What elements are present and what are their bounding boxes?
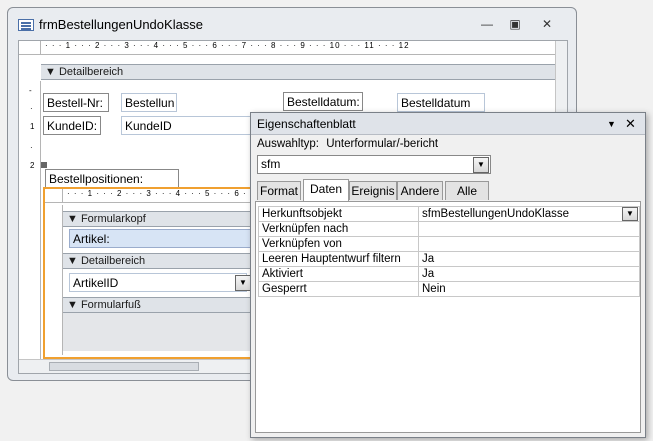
property-sheet-title: Eigenschaftenblatt <box>257 117 356 131</box>
property-value[interactable]: Nein <box>418 281 640 297</box>
horizontal-scroll-thumb[interactable] <box>49 362 199 371</box>
bestelldatum-field[interactable]: Bestelldatum <box>397 93 485 112</box>
bestellpositionen-label[interactable]: Bestellpositionen: <box>45 169 179 188</box>
subform-horizontal-ruler[interactable]: · · · 1 · · · 2 · · · 3 · · · 4 · · · 5 … <box>63 189 257 203</box>
subform-vertical-ruler <box>49 205 63 355</box>
chevron-down-icon[interactable]: ▼ <box>235 275 251 291</box>
tab-daten[interactable]: Daten <box>303 179 349 201</box>
form-icon <box>18 19 34 31</box>
property-name: Verknüpfen nach <box>258 221 419 237</box>
artikel-label[interactable]: Artikel: <box>69 229 257 248</box>
property-name: Gesperrt <box>258 281 419 297</box>
horizontal-ruler[interactable]: · · · 1 · · · 2 · · · 3 · · · 4 · · · 5 … <box>41 41 559 55</box>
kunde-field[interactable]: KundeID <box>121 116 261 135</box>
selection-type: Auswahltyp: Unterformular/-bericht <box>257 138 439 150</box>
chevron-down-icon: ▼ <box>67 213 78 225</box>
bestell-nr-label[interactable]: Bestell-Nr: <box>43 93 109 112</box>
artikel-combobox[interactable]: ArtikelID <box>69 273 247 292</box>
property-name: Herkunftsobjekt <box>258 206 419 222</box>
property-value-text: Ja <box>422 253 435 265</box>
property-value-text: Nein <box>422 283 446 295</box>
property-name: Verknüpfen von <box>258 236 419 252</box>
kunde-label[interactable]: KundeID: <box>43 116 101 135</box>
chevron-down-icon[interactable]: ▼ <box>473 157 489 173</box>
subform-section-detail[interactable]: ▼ Detailbereich <box>63 253 257 269</box>
object-selector[interactable]: sfm <box>257 155 491 174</box>
property-value-text: sfmBestellungenUndoKlasse <box>422 208 570 220</box>
tab-alle[interactable]: Alle <box>445 181 489 200</box>
restore-icon[interactable]: ▣ <box>506 16 524 32</box>
ruler-corner[interactable] <box>19 41 41 55</box>
subform-section-header[interactable]: ▼ Formularkopf <box>63 211 257 227</box>
property-name: Aktiviert <box>258 266 419 282</box>
tab-andere[interactable]: Andere <box>397 181 443 200</box>
chevron-down-icon: ▼ <box>67 299 78 311</box>
property-value[interactable]: sfmBestellungenUndoKlasse ▼ <box>418 206 640 222</box>
property-grid: Herkunftsobjekt sfmBestellungenUndoKlasse… <box>258 206 640 297</box>
chevron-down-icon[interactable]: ▼ <box>622 207 638 221</box>
property-row[interactable]: Verknüpfen von <box>258 236 640 252</box>
bestelldatum-label[interactable]: Bestelldatum: <box>283 92 363 111</box>
section-detail[interactable]: ▼ Detailbereich <box>41 64 555 80</box>
subform-section-footer[interactable]: ▼ Formularfuß <box>63 297 257 313</box>
subform-control[interactable]: · · · 1 · · · 2 · · · 3 · · · 4 · · · 5 … <box>43 187 259 359</box>
property-row[interactable]: Aktiviert Ja <box>258 266 640 282</box>
property-value[interactable]: Ja <box>418 266 640 282</box>
form-window-title: frmBestellungenUndoKlasse <box>39 17 204 32</box>
bestell-nr-field[interactable]: Bestellun <box>121 93 177 112</box>
vertical-ruler[interactable]: - · 1 · 2 <box>27 81 41 373</box>
property-grid-container: Herkunftsobjekt sfmBestellungenUndoKlasse… <box>255 201 641 433</box>
property-sheet: Eigenschaftenblatt ▼ ✕ Auswahltyp: Unter… <box>250 112 646 438</box>
selection-handle[interactable] <box>41 162 47 168</box>
property-value-text: Ja <box>422 268 435 280</box>
chevron-down-icon: ▼ <box>45 66 56 78</box>
close-icon[interactable]: ✕ <box>625 113 636 135</box>
chevron-down-icon: ▼ <box>67 255 78 267</box>
dropdown-arrow-icon[interactable]: ▼ <box>607 113 616 135</box>
subform-empty-area <box>63 313 257 351</box>
form-window-titlebar[interactable]: frmBestellungenUndoKlasse — ▣ ✕ <box>8 8 576 40</box>
property-row[interactable]: Leeren Hauptentwurf filtern Ja <box>258 251 640 267</box>
property-value[interactable] <box>418 236 640 252</box>
property-sheet-titlebar[interactable]: Eigenschaftenblatt ▼ ✕ <box>251 113 645 135</box>
property-name: Leeren Hauptentwurf filtern <box>258 251 419 267</box>
minimize-icon[interactable]: — <box>478 16 496 32</box>
property-value[interactable] <box>418 221 640 237</box>
property-row[interactable]: Herkunftsobjekt sfmBestellungenUndoKlasse… <box>258 206 640 222</box>
subform-ruler-corner[interactable] <box>45 189 63 203</box>
property-row[interactable]: Gesperrt Nein <box>258 281 640 297</box>
tab-ereignis[interactable]: Ereignis <box>349 181 397 200</box>
tab-format[interactable]: Format <box>257 181 301 200</box>
property-value[interactable]: Ja <box>418 251 640 267</box>
close-icon[interactable]: ✕ <box>538 16 556 32</box>
property-row[interactable]: Verknüpfen nach <box>258 221 640 237</box>
